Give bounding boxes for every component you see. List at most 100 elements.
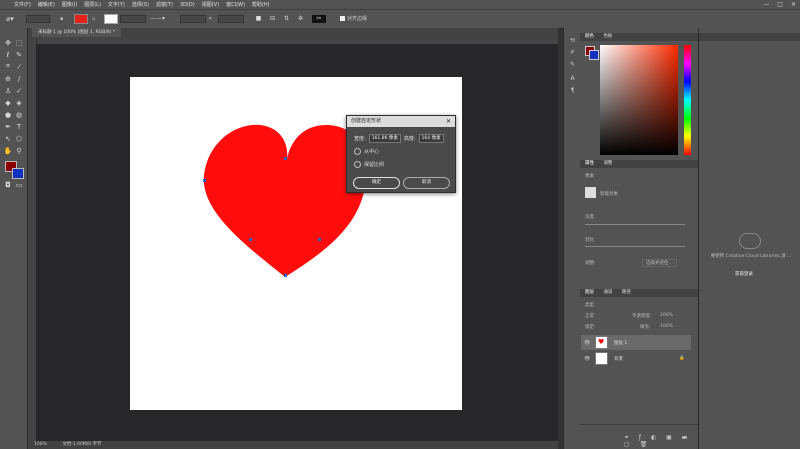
menu-type[interactable]: 文字(Y) [108, 1, 125, 8]
menu-file[interactable]: 文件(F) [14, 1, 31, 8]
checkbox-icon[interactable] [340, 16, 345, 21]
anchor-point[interactable] [318, 238, 321, 241]
sign-in-link[interactable]: 获取登录 [735, 271, 753, 277]
hand-tool-icon[interactable]: ✋ [3, 146, 13, 155]
menu-image[interactable]: 图像(I) [62, 1, 77, 8]
feather-slider[interactable] [585, 246, 685, 247]
path-alignment-icon[interactable]: ⊟ [268, 14, 277, 22]
anchor-point[interactable] [284, 274, 287, 277]
anchor-point[interactable] [284, 157, 287, 160]
from-center-checkbox[interactable] [354, 148, 361, 155]
layer-row[interactable]: 👁 ♥ 图层 1 [581, 335, 691, 350]
custom-shape-tool-icon[interactable]: ⬠ [14, 134, 24, 143]
close-window-button[interactable]: ✕ [791, 1, 796, 8]
menu-help[interactable]: 帮助(H) [252, 1, 270, 8]
close-icon[interactable]: ✕ [446, 116, 451, 127]
tab-color[interactable]: 颜色 [585, 34, 594, 39]
clone-stamp-icon[interactable]: ♙ [3, 86, 13, 95]
zoom-level[interactable]: 100% [34, 442, 47, 447]
menu-layer[interactable]: 图层(L) [84, 1, 101, 8]
color-picker-field[interactable] [600, 45, 678, 155]
stroke-color-swatch[interactable] [104, 13, 118, 24]
ok-button[interactable]: 确定 [353, 177, 400, 189]
eraser-icon[interactable]: ◆ [3, 98, 13, 107]
select-and-mask-button[interactable]: 选择并遮住... [642, 259, 677, 267]
height-input[interactable]: 164 像素 [418, 134, 444, 143]
brush-settings-icon[interactable]: ✐ [568, 48, 577, 57]
brush-tool-icon[interactable]: ∕ [14, 74, 24, 83]
menu-view[interactable]: 视图(V) [202, 1, 219, 8]
minimize-button[interactable]: — [763, 1, 769, 8]
align-edges-checkbox[interactable]: 对齐边缘 [340, 14, 367, 23]
crop-tool-icon[interactable]: ⌗ [3, 62, 13, 71]
keep-ratio-checkbox[interactable] [354, 161, 361, 168]
history-brush-icon[interactable]: ✓ [14, 86, 24, 95]
bg-color-chip[interactable] [589, 50, 599, 60]
quick-mask-icon[interactable]: ◘ [3, 180, 13, 189]
paragraph-panel-icon[interactable]: ¶ [568, 86, 577, 95]
path-select-icon[interactable]: ↖ [3, 134, 13, 143]
shape-picker-select[interactable]: ✂ [312, 14, 326, 23]
character-panel-icon[interactable]: A [568, 74, 577, 83]
tab-paths[interactable]: 路径 [622, 290, 631, 295]
anchor-point[interactable] [203, 179, 206, 182]
menu-select[interactable]: 选择(S) [132, 1, 149, 8]
keep-ratio-option[interactable]: 保留比例 [354, 161, 384, 168]
brushes-panel-icon[interactable]: ✎ [568, 60, 577, 69]
tab-channels[interactable]: 通道 [603, 290, 612, 295]
opacity-value[interactable]: 100% [660, 313, 673, 318]
gear-icon[interactable]: ✲ [296, 14, 305, 22]
eye-icon[interactable]: 👁 [584, 356, 590, 362]
menu-filter[interactable]: 滤镜(T) [156, 1, 173, 8]
stroke-type-select[interactable]: ——▾ [150, 14, 165, 23]
from-center-option[interactable]: 从中心 [354, 148, 379, 155]
tab-adjustments[interactable]: 调整 [603, 161, 612, 166]
width-input[interactable]: 161.86 像素 [368, 134, 401, 143]
fill-color-swatch[interactable] [74, 13, 88, 24]
cancel-button[interactable]: 取消 [403, 177, 450, 189]
layer-row[interactable]: 👁 背景 🔒 [581, 351, 691, 366]
tool-mode-select[interactable] [26, 14, 50, 23]
fill-opacity-value[interactable]: 100% [660, 324, 673, 329]
link-icon[interactable]: ⚭ [208, 14, 212, 23]
layer-filter-kind[interactable]: 类型 [585, 302, 594, 308]
document-tab[interactable]: 未标题-1 @ 100% (图层 1, RGB/8) * [32, 28, 122, 37]
zoom-tool-icon[interactable]: ⚲ [14, 146, 24, 155]
hue-slider[interactable] [684, 45, 691, 155]
heart-fill[interactable] [203, 124, 368, 277]
layer-name[interactable]: 背景 [614, 356, 623, 362]
tab-properties[interactable]: 属性 [585, 161, 594, 166]
shape-tool-preset-icon[interactable]: ⌀▾ [6, 14, 14, 23]
blend-mode-select[interactable]: 正常 [585, 313, 594, 319]
blur-tool-icon[interactable]: ● [3, 110, 13, 119]
stroke-width-field[interactable] [120, 14, 146, 23]
fill-swatch[interactable] [74, 13, 88, 24]
path-operations-icon[interactable]: ■ [254, 14, 263, 22]
path-arrangement-icon[interactable]: ⇅ [282, 14, 291, 22]
anchor-point[interactable] [249, 238, 252, 241]
eyedropper-icon[interactable]: ⁄ [14, 62, 24, 71]
menu-3d[interactable]: 3D(D) [180, 2, 195, 8]
menu-edit[interactable]: 编辑(E) [38, 1, 55, 8]
maximize-button[interactable]: □ [777, 1, 783, 8]
layers-footer-icons[interactable]: ⚭ ƒ ◐ ▣ ▬ ▢ 🗑 [624, 434, 698, 448]
layer-name[interactable]: 图层 1 [614, 340, 627, 346]
width-field[interactable] [180, 14, 206, 23]
tab-layers[interactable]: 图层 [585, 290, 594, 295]
paint-bucket-icon[interactable]: ◈ [14, 98, 24, 107]
healing-brush-icon[interactable]: ⊕ [3, 74, 13, 83]
type-tool-icon[interactable]: T [14, 122, 24, 131]
height-field[interactable] [218, 14, 244, 23]
lasso-tool-icon[interactable]: ℓ [3, 50, 13, 59]
eye-icon[interactable]: 👁 [584, 340, 590, 346]
tab-swatches[interactable]: 色板 [603, 34, 612, 39]
pen-tool-icon[interactable]: ✒ [3, 122, 13, 131]
move-tool-icon[interactable]: ✥ [3, 38, 13, 47]
history-panel-icon[interactable]: ⟲ [568, 36, 577, 45]
menu-window[interactable]: 窗口(W) [226, 1, 245, 8]
background-color-swatch[interactable] [12, 168, 24, 179]
density-slider[interactable] [585, 224, 685, 225]
quick-select-icon[interactable]: ✎ [14, 50, 24, 59]
dodge-tool-icon[interactable]: ◍ [14, 110, 24, 119]
screen-mode-icon[interactable]: ▭ [14, 180, 24, 189]
